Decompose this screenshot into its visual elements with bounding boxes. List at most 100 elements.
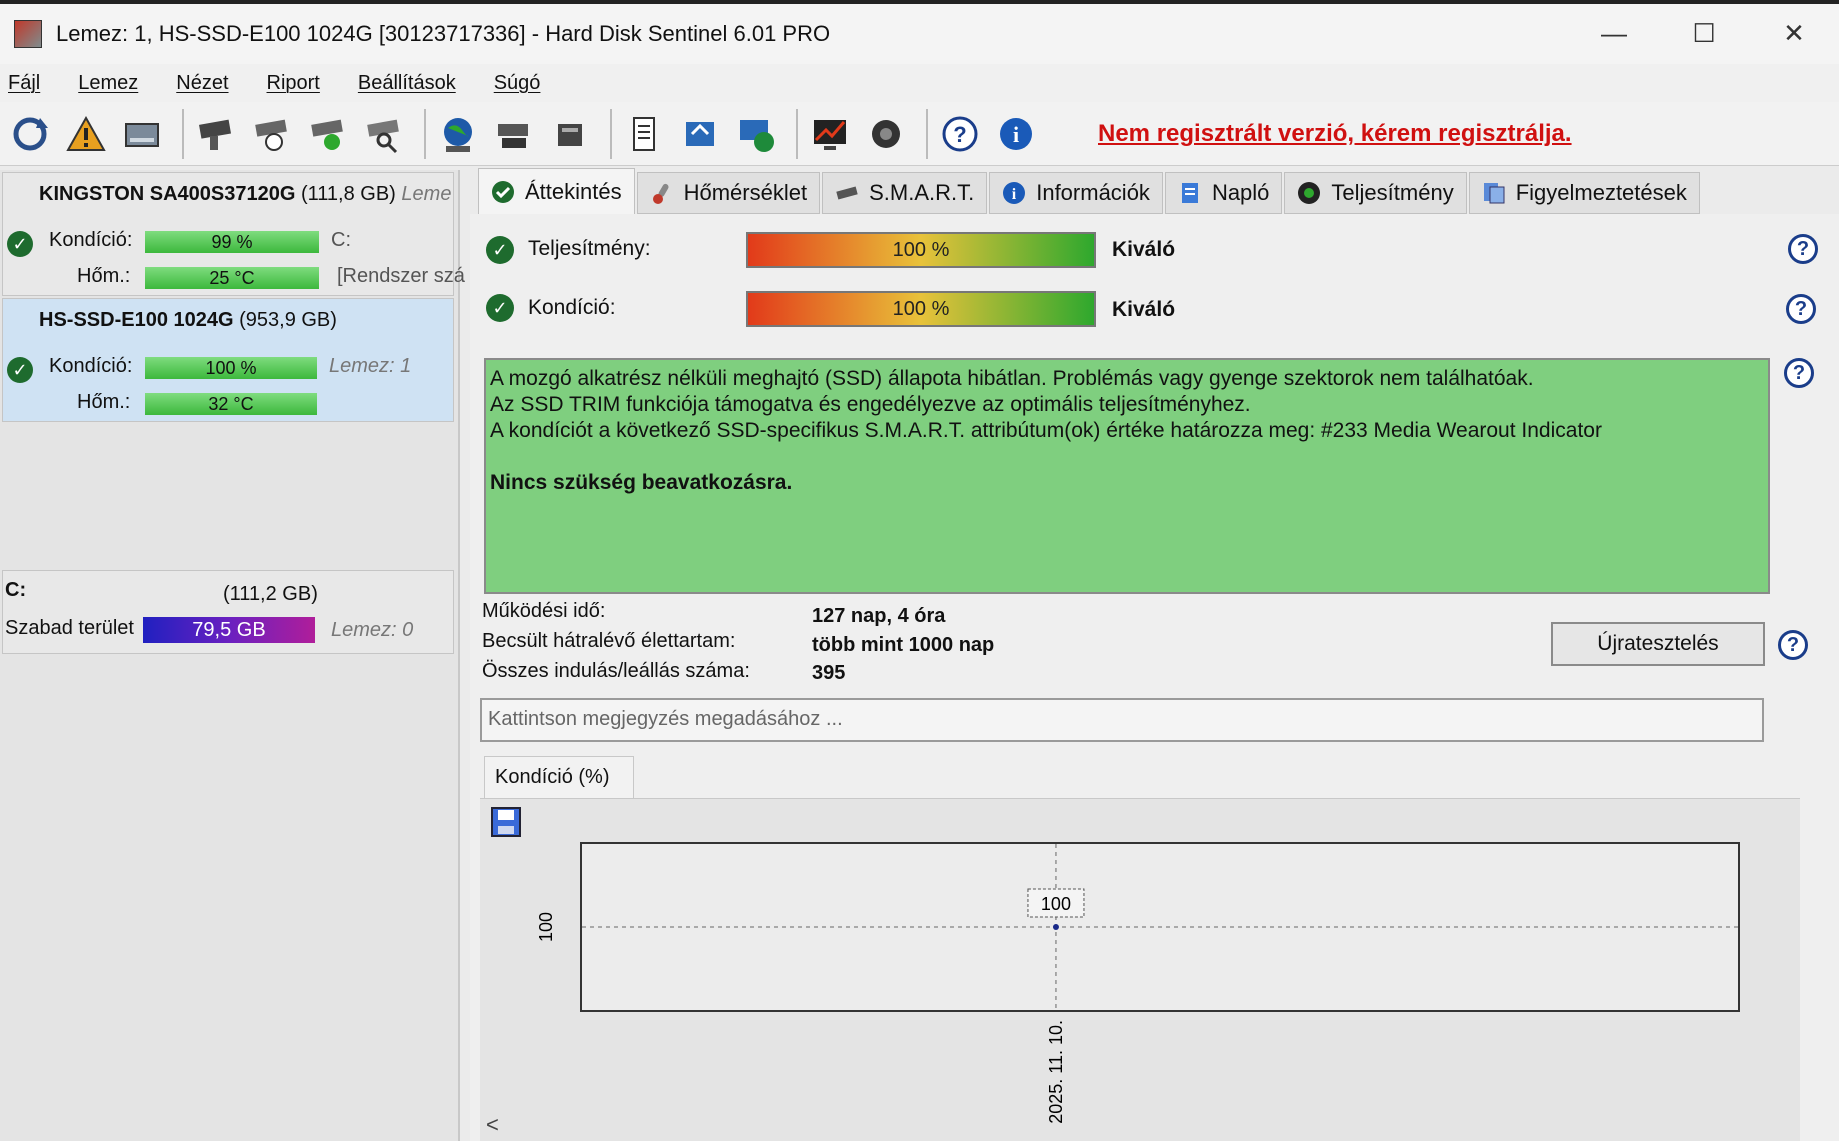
check-icon: ✓ — [7, 357, 33, 383]
info-icon[interactable]: i — [992, 110, 1040, 158]
temp-label: Hőm.: — [77, 391, 131, 413]
menu-help[interactable]: Súgó — [494, 72, 541, 95]
tab-temperature[interactable]: Hőmérséklet — [636, 172, 821, 214]
maximize-button[interactable]: ☐ — [1659, 4, 1749, 62]
disk-number-note: Lemez: 1 — [329, 355, 412, 377]
start-stop-value: 395 — [812, 662, 846, 684]
performance-bar: 100 % — [746, 232, 1096, 268]
performance-check-icon: ✓ — [486, 236, 514, 264]
gauge-icon — [1297, 181, 1321, 205]
menu-bar: Fájl Lemez Nézet Riport Beállítások Súgó — [0, 64, 1839, 102]
message-line: A kondíciót a következő SSD-specifikus S… — [490, 419, 1602, 442]
register-link[interactable]: Nem regisztrált verzió, kérem regisztrál… — [1098, 120, 1572, 148]
menu-view[interactable]: Nézet — [176, 72, 228, 95]
window-title: Lemez: 1, HS-SSD-E100 1024G [30123717336… — [56, 21, 831, 46]
chart-tab-condition[interactable]: Kondíció (%) — [484, 756, 634, 798]
menu-disk[interactable]: Lemez — [78, 72, 138, 95]
volume-letter: C: — [5, 579, 27, 601]
disk-item-hs-ssd[interactable]: HS-SSD-E100 1024G (953,9 GB) ✓ Kondíció:… — [2, 298, 454, 422]
start-stop-label: Összes indulás/leállás száma: — [482, 660, 750, 682]
retest-button[interactable]: Újratesztelés — [1551, 622, 1765, 666]
disk-name: KINGSTON SA400S37120G — [39, 183, 296, 205]
screen-chart-icon[interactable] — [806, 110, 854, 158]
disk-name: HS-SSD-E100 1024G — [39, 309, 234, 331]
condition-label: Kondíció: — [49, 355, 133, 377]
tab-bar: Áttekintés Hőmérséklet S.M.A.R.T. i Info… — [478, 168, 1702, 214]
temp-bar: 25 °C — [145, 267, 319, 289]
sync-icon[interactable] — [676, 110, 724, 158]
app-icon — [14, 20, 42, 48]
note-input[interactable]: Kattintson megjegyzés megadásához ... — [480, 698, 1764, 742]
condition-bar: 100 % — [145, 357, 317, 379]
volume-size: (111,2 GB) — [223, 583, 318, 605]
monitor-globe-icon[interactable] — [732, 110, 780, 158]
hdd-test-icon[interactable] — [192, 110, 240, 158]
chart-xtick-label: 2025. 11. 10. — [1046, 1020, 1066, 1124]
volume-note: C: — [331, 229, 351, 251]
system-note: [Rendszer szá — [337, 265, 465, 287]
refresh-icon[interactable] — [6, 110, 54, 158]
tab-log[interactable]: Napló — [1164, 172, 1283, 214]
condition-bar: 100 % — [746, 291, 1096, 327]
help-icon[interactable]: ? — [1784, 358, 1814, 388]
uptime-label: Működési idő: — [482, 600, 606, 622]
speaker-icon[interactable] — [862, 110, 910, 158]
menu-report[interactable]: Riport — [267, 72, 320, 95]
scroll-left-icon[interactable]: < — [486, 1112, 499, 1138]
chart-data-label: 100 — [1041, 894, 1071, 914]
save-icon[interactable] — [490, 806, 522, 838]
check-icon: ✓ — [7, 231, 33, 257]
tab-performance[interactable]: Teljesítmény — [1284, 172, 1467, 214]
external-disk-icon[interactable] — [546, 110, 594, 158]
help-icon[interactable]: ? — [1778, 630, 1808, 660]
temp-label: Hőm.: — [77, 265, 131, 287]
performance-label: Teljesítmény: — [528, 237, 651, 260]
message-line: A mozgó alkatrész nélküli meghajtó (SSD)… — [490, 367, 1534, 390]
condition-label: Kondíció: — [49, 229, 133, 251]
hdd-search-icon[interactable] — [360, 110, 408, 158]
disk-list-pane: KINGSTON SA400S37120G (111,8 GB) Leme ✓ … — [0, 170, 465, 1141]
condition-check-icon: ✓ — [486, 294, 514, 322]
title-bar: Lemez: 1, HS-SSD-E100 1024G [30123717336… — [0, 0, 1839, 64]
help-icon[interactable]: ? — [936, 110, 984, 158]
document-icon — [1178, 181, 1202, 205]
minimize-button[interactable]: — — [1569, 4, 1659, 62]
disk-size: (111,8 GB) — [300, 183, 396, 205]
tab-information[interactable]: i Információk — [989, 172, 1163, 214]
svg-text:?: ? — [953, 122, 966, 147]
chart-point — [1052, 924, 1059, 930]
condition-chart: 100 100 2025. 11. 10. — [536, 842, 1740, 1124]
remaining-life-label: Becsült hátralévő élettartam: — [482, 630, 736, 652]
report-icon[interactable] — [620, 110, 668, 158]
tab-alerts[interactable]: Figyelmeztetések — [1468, 172, 1700, 214]
volume-item[interactable]: C: (111,2 GB) Szabad terület 79,5 GB Lem… — [2, 570, 454, 654]
remaining-life-value: több mint 1000 nap — [812, 634, 995, 656]
check-circle-icon — [491, 180, 515, 204]
thermometer-icon — [650, 181, 674, 205]
tab-overview[interactable]: Áttekintés — [478, 168, 635, 214]
help-icon[interactable]: ? — [1788, 234, 1818, 264]
message-line: Az SSD TRIM funkciója támogatva és enged… — [490, 393, 1251, 416]
smart-disk-icon — [835, 181, 859, 205]
condition-bar: 99 % — [145, 231, 319, 253]
disk-item-kingston[interactable]: KINGSTON SA400S37120G (111,8 GB) Leme ✓ … — [2, 172, 465, 296]
alert-document-icon — [1482, 181, 1506, 205]
hdd-clock-icon[interactable] — [248, 110, 296, 158]
close-button[interactable]: ✕ — [1749, 4, 1839, 62]
menu-file[interactable]: Fájl — [8, 72, 40, 95]
disk-icon[interactable] — [118, 110, 166, 158]
warning-icon[interactable] — [62, 110, 110, 158]
hdd-ok-icon[interactable] — [304, 110, 352, 158]
network-disk-icon[interactable] — [490, 110, 538, 158]
help-icon[interactable]: ? — [1786, 294, 1816, 324]
performance-rating: Kiváló — [1112, 238, 1176, 261]
tab-smart[interactable]: S.M.A.R.T. — [822, 172, 988, 214]
free-space-bar: 79,5 GB — [143, 617, 315, 643]
svg-text:i: i — [1013, 122, 1019, 147]
globe-icon[interactable] — [434, 110, 482, 158]
message-action: Nincs szükség beavatkozásra. — [490, 471, 793, 494]
menu-settings[interactable]: Beállítások — [358, 72, 456, 95]
info-icon: i — [1002, 181, 1026, 205]
disk-size: (953,9 GB) — [239, 309, 337, 331]
disk-extra: Leme — [401, 183, 452, 205]
